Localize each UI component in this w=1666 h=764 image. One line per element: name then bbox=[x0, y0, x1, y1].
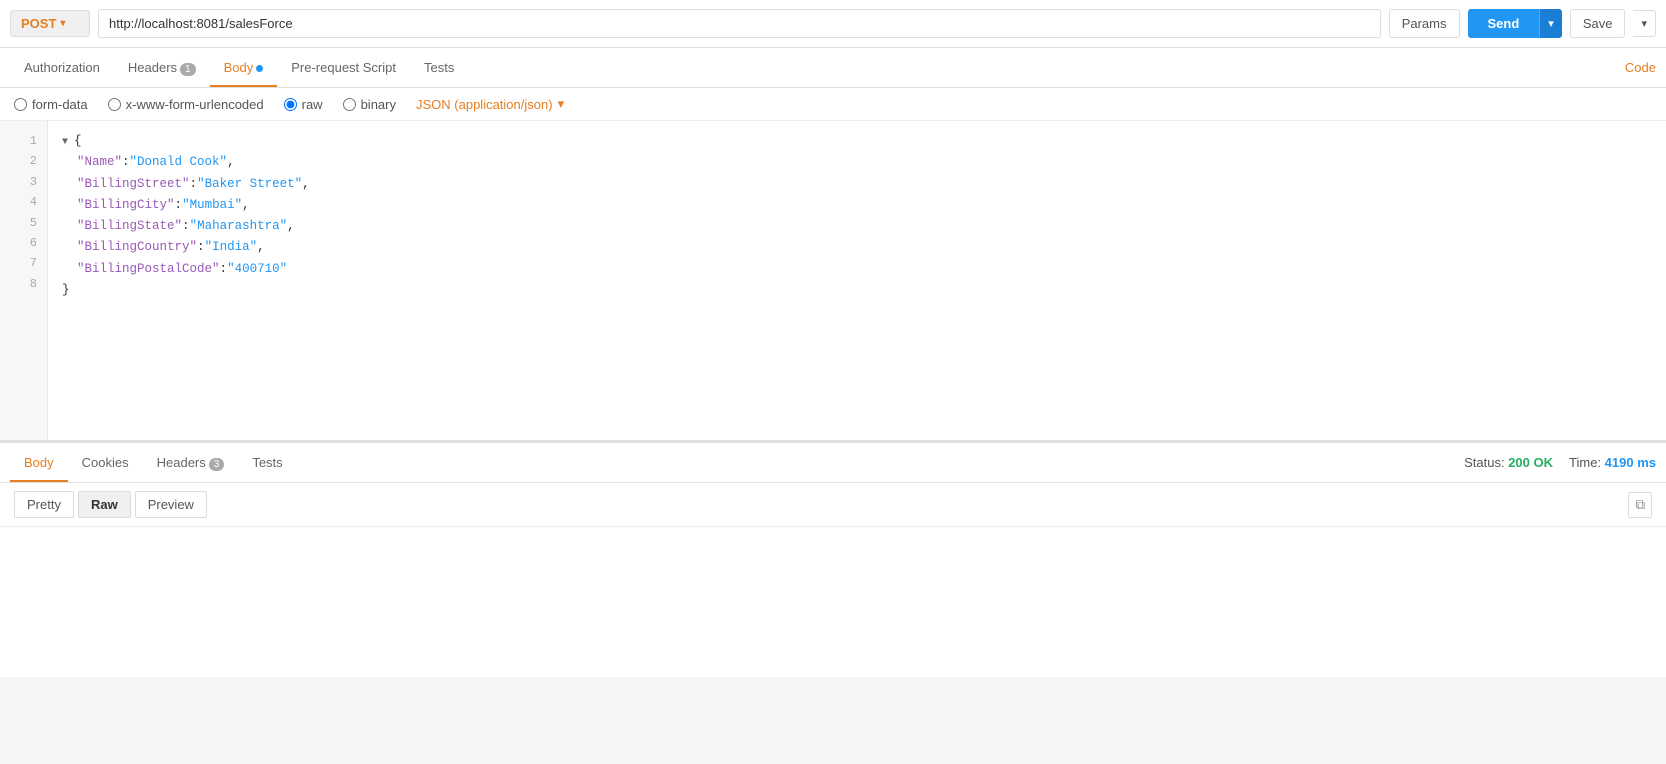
response-tab-tests[interactable]: Tests bbox=[238, 445, 296, 482]
response-tabs-bar: Body Cookies Headers3 Tests Status: 200 … bbox=[0, 443, 1666, 483]
body-options: form-data x-www-form-urlencoded raw bina… bbox=[0, 88, 1666, 121]
binary-option[interactable]: binary bbox=[343, 97, 396, 112]
line-numbers: 1 2 3 4 5 6 7 8 bbox=[0, 121, 48, 440]
raw-option[interactable]: raw bbox=[284, 97, 323, 112]
response-headers-badge: 3 bbox=[209, 458, 225, 471]
tab-body[interactable]: Body bbox=[210, 50, 278, 87]
method-chevron-icon: ▾ bbox=[60, 18, 65, 29]
code-area[interactable]: ▼ { "Name":"Donald Cook", "BillingStreet… bbox=[48, 121, 1666, 440]
status-info: Status: 200 OK Time: 4190 ms bbox=[1464, 455, 1656, 470]
tab-authorization[interactable]: Authorization bbox=[10, 50, 114, 87]
response-tab-headers[interactable]: Headers3 bbox=[143, 445, 239, 482]
code-link[interactable]: Code bbox=[1625, 60, 1656, 75]
send-dropdown-button[interactable]: ▾ bbox=[1539, 9, 1562, 38]
response-body-options: Pretty Raw Preview ⧉ bbox=[0, 483, 1666, 527]
tab-pre-request[interactable]: Pre-request Script bbox=[277, 50, 410, 87]
form-data-option[interactable]: form-data bbox=[14, 97, 88, 112]
body-dot bbox=[256, 65, 263, 72]
code-editor: 1 2 3 4 5 6 7 8 ▼ { "Name":"Donald Cook"… bbox=[0, 121, 1666, 441]
headers-badge: 1 bbox=[180, 63, 196, 76]
time-value: 4190 ms bbox=[1605, 455, 1656, 470]
method-label: POST bbox=[21, 16, 56, 31]
send-button[interactable]: Send bbox=[1468, 9, 1540, 38]
response-tab-body[interactable]: Body bbox=[10, 445, 68, 482]
collapse-arrow-icon: ▼ bbox=[62, 137, 74, 148]
urlencoded-option[interactable]: x-www-form-urlencoded bbox=[108, 97, 264, 112]
raw-button[interactable]: Raw bbox=[78, 491, 131, 518]
pretty-button[interactable]: Pretty bbox=[14, 491, 74, 518]
save-button[interactable]: Save bbox=[1570, 9, 1626, 38]
json-type-select[interactable]: JSON (application/json) ▾ bbox=[416, 96, 564, 112]
json-type-chevron-icon: ▾ bbox=[558, 96, 565, 112]
send-group: Send ▾ bbox=[1468, 9, 1562, 38]
copy-icon[interactable]: ⧉ bbox=[1628, 492, 1652, 518]
save-chevron-button[interactable]: ▾ bbox=[1633, 10, 1656, 37]
tab-tests[interactable]: Tests bbox=[410, 50, 468, 87]
params-button[interactable]: Params bbox=[1389, 9, 1460, 38]
top-bar: POST ▾ Params Send ▾ Save ▾ bbox=[0, 0, 1666, 48]
response-section: Body Cookies Headers3 Tests Status: 200 … bbox=[0, 441, 1666, 677]
request-tabs: Authorization Headers1 Body Pre-request … bbox=[0, 48, 1666, 88]
response-body-area bbox=[0, 527, 1666, 677]
status-value: 200 OK bbox=[1508, 455, 1553, 470]
url-input[interactable] bbox=[98, 9, 1381, 38]
tab-headers[interactable]: Headers1 bbox=[114, 50, 210, 87]
preview-button[interactable]: Preview bbox=[135, 491, 207, 518]
method-selector[interactable]: POST ▾ bbox=[10, 10, 90, 37]
response-tab-cookies[interactable]: Cookies bbox=[68, 445, 143, 482]
